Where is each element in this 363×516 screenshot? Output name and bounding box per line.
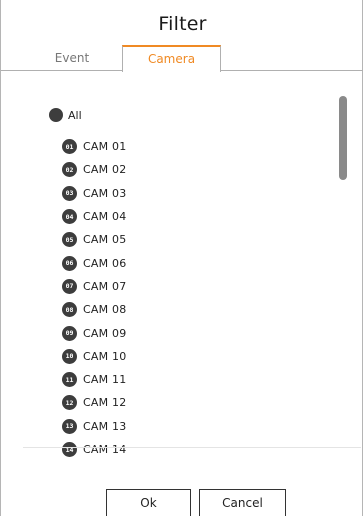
camera-list: 01 CAM 01 02 CAM 02 03 CAM 03 04 CAM 04 05 CAM 05… (62, 135, 126, 461)
ok-button[interactable]: Ok (106, 489, 191, 516)
camera-item[interactable]: 09 CAM 09 (62, 321, 126, 344)
camera-number-badge-icon[interactable]: 13 (62, 418, 77, 434)
camera-number-badge-icon[interactable]: 08 (62, 302, 77, 318)
tab-bar: Event Camera (1, 45, 363, 72)
camera-item[interactable]: 01 CAM 01 (62, 135, 126, 158)
camera-item-label: CAM 14 (83, 443, 127, 456)
camera-item[interactable]: 11 CAM 11 (62, 368, 126, 391)
tab-camera[interactable]: Camera (122, 45, 221, 72)
camera-item-label: CAM 07 (83, 279, 127, 293)
camera-number-badge-icon[interactable]: 06 (62, 255, 77, 271)
dialog-title: Filter (158, 13, 207, 35)
all-radio-icon[interactable] (49, 108, 63, 122)
tab-event[interactable]: Event (23, 45, 121, 71)
scrollbar-thumb[interactable] (339, 96, 347, 180)
camera-item[interactable]: 02 CAM 02 (62, 158, 126, 181)
all-option[interactable]: All (49, 107, 82, 123)
all-option-label: All (68, 108, 82, 122)
camera-number-badge-icon[interactable]: 11 (62, 372, 77, 388)
camera-item-label: CAM 12 (83, 396, 127, 410)
camera-item-label: CAM 13 (83, 419, 127, 433)
camera-number-badge-icon[interactable]: 02 (62, 162, 77, 178)
camera-number-badge-icon[interactable]: 14 (62, 442, 77, 457)
filter-dialog: Filter Event Camera All 01 CAM 01 02 CAM 02… (0, 0, 363, 516)
camera-item[interactable]: 03 CAM 03 (62, 182, 126, 205)
camera-number-badge-icon[interactable]: 01 (62, 139, 77, 155)
camera-number-badge-icon[interactable]: 04 (62, 209, 77, 225)
camera-item[interactable]: 07 CAM 07 (62, 275, 126, 298)
camera-number-badge-icon[interactable]: 03 (62, 185, 77, 201)
camera-item[interactable]: 12 CAM 12 (62, 391, 126, 414)
camera-item-label: CAM 04 (83, 210, 127, 224)
camera-item-label: CAM 05 (83, 233, 127, 247)
camera-item-label: CAM 08 (83, 303, 127, 317)
camera-item-label: CAM 11 (83, 373, 127, 387)
camera-number-badge-icon[interactable]: 12 (62, 395, 77, 411)
camera-number-badge-icon[interactable]: 05 (62, 232, 77, 248)
camera-item[interactable]: 14 CAM 14 (62, 438, 126, 461)
camera-item-label: CAM 06 (83, 256, 127, 270)
camera-list-panel: All 01 CAM 01 02 CAM 02 03 CAM 03 04 CAM 04 05 CA… (1, 72, 363, 457)
camera-item[interactable]: 05 CAM 05 (62, 228, 126, 251)
camera-item-label: CAM 10 (83, 349, 127, 363)
camera-number-badge-icon[interactable]: 10 (62, 348, 77, 364)
camera-item[interactable]: 08 CAM 08 (62, 298, 126, 321)
camera-item[interactable]: 10 CAM 10 (62, 345, 126, 368)
camera-item[interactable]: 04 CAM 04 (62, 205, 126, 228)
camera-number-badge-icon[interactable]: 09 (62, 325, 77, 341)
camera-item-label: CAM 09 (83, 326, 127, 340)
camera-item-label: CAM 03 (83, 186, 127, 200)
camera-number-badge-icon[interactable]: 07 (62, 278, 77, 294)
camera-item[interactable]: 13 CAM 13 (62, 415, 126, 438)
camera-item-label: CAM 01 (83, 140, 127, 154)
camera-item-label: CAM 02 (83, 163, 127, 177)
footer-divider (23, 447, 361, 448)
cancel-button[interactable]: Cancel (199, 489, 286, 516)
camera-item[interactable]: 06 CAM 06 (62, 251, 126, 274)
